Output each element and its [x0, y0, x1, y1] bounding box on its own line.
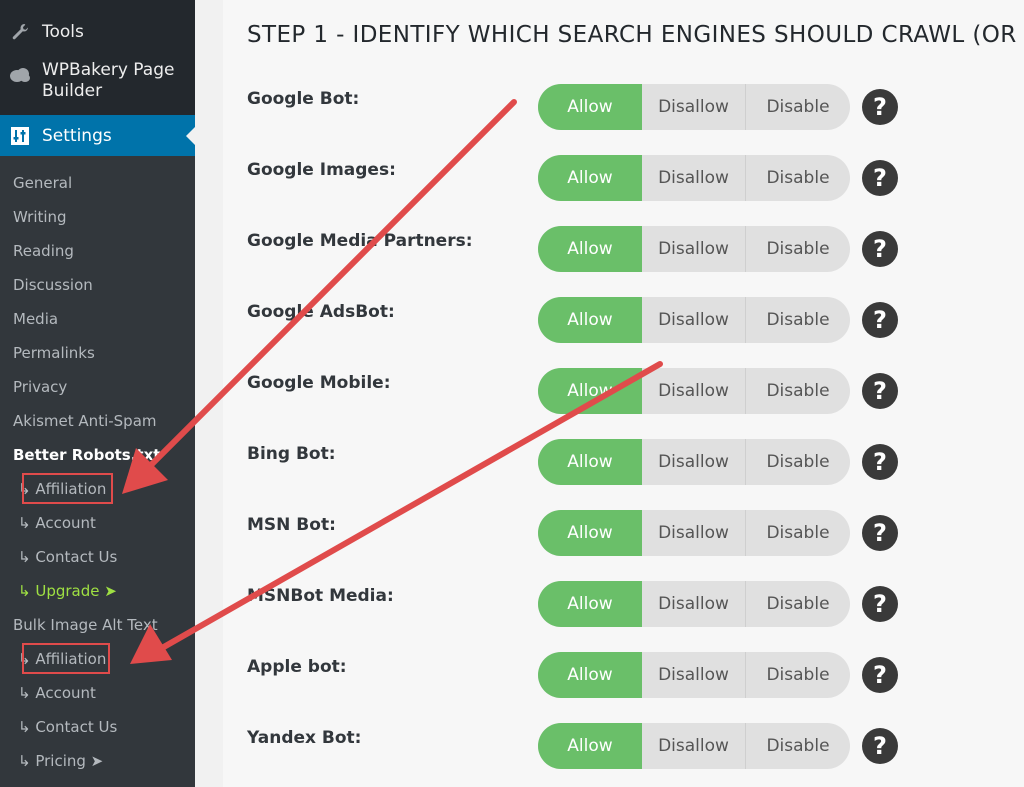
toggle-disallow-button[interactable]: Disallow	[642, 155, 746, 201]
toggle-allow-button[interactable]: Allow	[538, 155, 642, 201]
toggle-allow-button[interactable]: Allow	[538, 652, 642, 698]
help-icon[interactable]: ?	[862, 515, 898, 551]
help-icon[interactable]: ?	[862, 444, 898, 480]
bot-label: MSN Bot:	[247, 515, 336, 535]
toggle-disable-button[interactable]: Disable	[746, 652, 850, 698]
toggle-disallow-button[interactable]: Disallow	[642, 84, 746, 130]
menu-wpbakery[interactable]: WPBakery Page Builder	[0, 60, 195, 108]
toggle-disable-button[interactable]: Disable	[746, 723, 850, 769]
toggle-disable-button[interactable]: Disable	[746, 510, 850, 556]
submenu-general[interactable]: General	[13, 172, 72, 194]
bot-label: Apple bot:	[247, 657, 347, 677]
crawl-toggle: Allow Disallow Disable	[538, 439, 850, 485]
bot-label: Yandex Bot:	[247, 728, 362, 748]
admin-sidebar: Tools WPBakery Page Builder Settings Gen…	[0, 0, 195, 787]
crawl-toggle: Allow Disallow Disable	[538, 155, 850, 201]
toggle-allow-button[interactable]: Allow	[538, 297, 642, 343]
toggle-disallow-button[interactable]: Disallow	[642, 226, 746, 272]
help-icon[interactable]: ?	[862, 373, 898, 409]
submenu-media[interactable]: Media	[13, 308, 58, 330]
submenu-bulk-contact[interactable]: ↳ Contact Us	[18, 716, 117, 738]
page-title: STEP 1 - IDENTIFY WHICH SEARCH ENGINES S…	[247, 22, 1017, 48]
help-icon[interactable]: ?	[862, 728, 898, 764]
submenu-robots-account[interactable]: ↳ Account	[18, 512, 96, 534]
cloud-icon	[9, 64, 31, 86]
bot-label: Google Images:	[247, 160, 396, 180]
menu-settings[interactable]: Settings	[0, 115, 195, 156]
help-icon[interactable]: ?	[862, 586, 898, 622]
menu-settings-label: Settings	[42, 125, 112, 146]
submenu-robots-upgrade[interactable]: ↳ Upgrade ➤	[18, 580, 117, 602]
crawl-toggle: Allow Disallow Disable	[538, 581, 850, 627]
highlight-box-affiliation-1	[22, 473, 113, 504]
crawl-toggle: Allow Disallow Disable	[538, 652, 850, 698]
toggle-disable-button[interactable]: Disable	[746, 581, 850, 627]
toggle-disable-button[interactable]: Disable	[746, 155, 850, 201]
toggle-allow-button[interactable]: Allow	[538, 723, 642, 769]
toggle-allow-button[interactable]: Allow	[538, 84, 642, 130]
crawl-toggle: Allow Disallow Disable	[538, 510, 850, 556]
submenu-privacy[interactable]: Privacy	[13, 376, 67, 398]
bot-label: Google AdsBot:	[247, 302, 395, 322]
submenu-bulk-pricing[interactable]: ↳ Pricing ➤	[18, 750, 103, 772]
submenu-akismet[interactable]: Akismet Anti-Spam	[13, 410, 157, 432]
crawl-toggle: Allow Disallow Disable	[538, 723, 850, 769]
submenu-bulk-alt-text[interactable]: Bulk Image Alt Text	[13, 614, 158, 636]
bot-label: Google Mobile:	[247, 373, 391, 393]
help-icon[interactable]: ?	[862, 160, 898, 196]
bot-label: Google Bot:	[247, 89, 360, 109]
submenu-better-robots[interactable]: Better Robots.txt	[13, 444, 160, 466]
toggle-disable-button[interactable]: Disable	[746, 368, 850, 414]
bot-label: Google Media Partners:	[247, 231, 473, 251]
crawl-toggle: Allow Disallow Disable	[538, 297, 850, 343]
highlight-box-affiliation-2	[22, 643, 110, 674]
toggle-disallow-button[interactable]: Disallow	[642, 368, 746, 414]
submenu-writing[interactable]: Writing	[13, 206, 67, 228]
toggle-disallow-button[interactable]: Disallow	[642, 297, 746, 343]
help-icon[interactable]: ?	[862, 89, 898, 125]
toggle-disallow-button[interactable]: Disallow	[642, 652, 746, 698]
toggle-disable-button[interactable]: Disable	[746, 84, 850, 130]
menu-wpbakery-label: WPBakery Page Builder	[42, 60, 175, 101]
crawl-toggle: Allow Disallow Disable	[538, 368, 850, 414]
toggle-allow-button[interactable]: Allow	[538, 368, 642, 414]
submenu-reading[interactable]: Reading	[13, 240, 74, 262]
menu-tools-label: Tools	[42, 22, 84, 42]
toggle-disable-button[interactable]: Disable	[746, 297, 850, 343]
bot-label: MSNBot Media:	[247, 586, 394, 606]
help-icon[interactable]: ?	[862, 231, 898, 267]
toggle-disallow-button[interactable]: Disallow	[642, 510, 746, 556]
submenu-permalinks[interactable]: Permalinks	[13, 342, 95, 364]
toggle-disallow-button[interactable]: Disallow	[642, 723, 746, 769]
crawl-toggle: Allow Disallow Disable	[538, 84, 850, 130]
help-icon[interactable]: ?	[862, 302, 898, 338]
toggle-allow-button[interactable]: Allow	[538, 581, 642, 627]
toggle-disable-button[interactable]: Disable	[746, 439, 850, 485]
toggle-allow-button[interactable]: Allow	[538, 226, 642, 272]
bot-label: Bing Bot:	[247, 444, 336, 464]
wrench-icon	[9, 21, 31, 43]
help-icon[interactable]: ?	[862, 657, 898, 693]
settings-sliders-icon	[9, 125, 31, 147]
toggle-allow-button[interactable]: Allow	[538, 439, 642, 485]
crawl-toggle: Allow Disallow Disable	[538, 226, 850, 272]
submenu-discussion[interactable]: Discussion	[13, 274, 93, 296]
toggle-allow-button[interactable]: Allow	[538, 510, 642, 556]
submenu-robots-contact[interactable]: ↳ Contact Us	[18, 546, 117, 568]
toggle-disallow-button[interactable]: Disallow	[642, 581, 746, 627]
toggle-disable-button[interactable]: Disable	[746, 226, 850, 272]
menu-tools[interactable]: Tools	[0, 16, 195, 48]
submenu-bulk-account[interactable]: ↳ Account	[18, 682, 96, 704]
toggle-disallow-button[interactable]: Disallow	[642, 439, 746, 485]
